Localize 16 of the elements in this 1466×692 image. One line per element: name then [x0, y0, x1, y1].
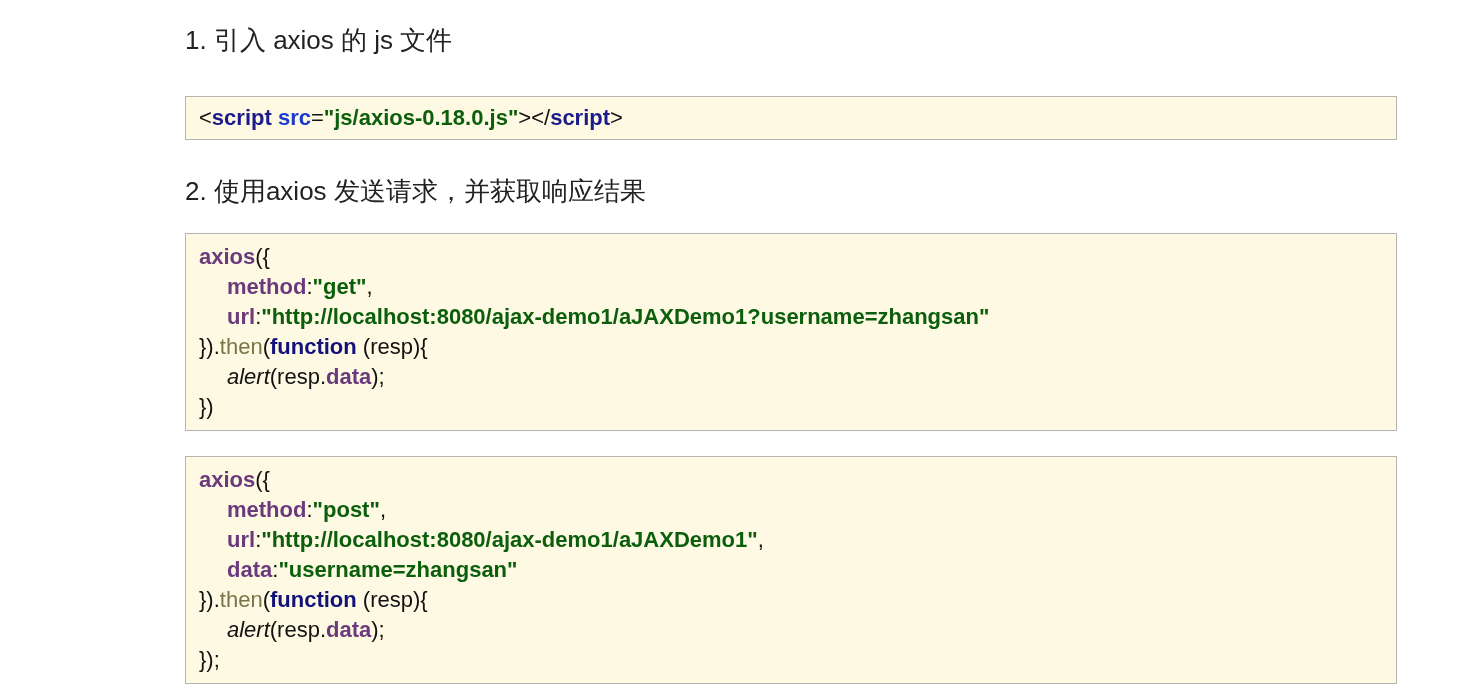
- code-line: url:"http://localhost:8080/ajax-demo1/aJAXDemo1",: [227, 526, 764, 554]
- code-line: alert(resp.data);: [227, 363, 385, 391]
- section-heading: 2. 使用axios 发送请求，并获取响应结果: [185, 175, 646, 208]
- code-line: }).then(function (resp){: [199, 333, 428, 361]
- code-line: alert(resp.data);: [227, 616, 385, 644]
- code-line: axios({: [199, 243, 270, 271]
- code-line: data:"username=zhangsan": [227, 556, 518, 584]
- section-heading: 1. 引入 axios 的 js 文件: [185, 24, 453, 57]
- code-line: }).then(function (resp){: [199, 586, 428, 614]
- code-line: <script src="js/axios-0.18.0.js"></script>: [199, 104, 623, 132]
- code-line: });: [199, 646, 220, 674]
- code-line: axios({: [199, 466, 270, 494]
- code-line: url:"http://localhost:8080/ajax-demo1/aJAXDemo1?username=zhangsan": [227, 303, 990, 331]
- code-line: method:"get",: [227, 273, 373, 301]
- code-line: }): [199, 393, 214, 421]
- code-line: method:"post",: [227, 496, 386, 524]
